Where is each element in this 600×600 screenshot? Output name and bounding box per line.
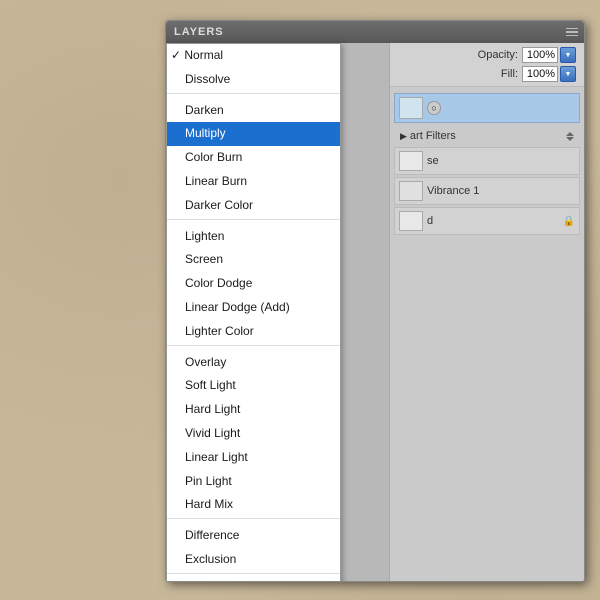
smart-filters-row: ▶ art Filters (394, 125, 580, 147)
panel-header: LAYERS (166, 21, 584, 43)
layer-thumbnail (399, 151, 423, 171)
blend-mode-lineardodge[interactable]: Linear Dodge (Add) (167, 296, 340, 320)
layer-thumbnail (399, 181, 423, 201)
layer-item[interactable]: ○ (394, 93, 580, 123)
fill-value[interactable]: 100% (522, 66, 558, 82)
layer-thumbnail (399, 97, 423, 119)
blend-mode-lightercolor[interactable]: Lighter Color (167, 320, 340, 344)
blend-mode-normal[interactable]: ✓ Normal (167, 44, 340, 68)
opacity-label: Opacity: (478, 49, 518, 61)
blend-mode-linearburn[interactable]: Linear Burn (167, 170, 340, 194)
blend-mode-hardmix[interactable]: Hard Mix (167, 493, 340, 517)
blend-mode-dissolve[interactable]: Dissolve (167, 68, 340, 92)
right-panel: Opacity: 100% ▼ Fill: 100% ▼ ○ (389, 43, 584, 582)
layer-visibility-icon[interactable]: ○ (427, 101, 441, 115)
layers-panel: LAYERS Opacity: 100% ▼ Fill: 100% ▼ (165, 20, 585, 582)
blend-mode-vividlight[interactable]: Vivid Light (167, 422, 340, 446)
opacity-fill-controls: Opacity: 100% ▼ Fill: 100% ▼ (390, 43, 584, 87)
smart-filters-label: art Filters (410, 130, 456, 142)
dropdown-separator (167, 93, 340, 98)
layer-name: d (427, 215, 433, 227)
panel-menu-button[interactable] (566, 28, 578, 37)
fill-control: 100% ▼ (522, 66, 576, 82)
blend-mode-difference[interactable]: Difference (167, 524, 340, 548)
blend-mode-colordodge[interactable]: Color Dodge (167, 272, 340, 296)
blend-mode-softlight[interactable]: Soft Light (167, 374, 340, 398)
blend-mode-screen[interactable]: Screen (167, 248, 340, 272)
blend-mode-lighten[interactable]: Lighten (167, 225, 340, 249)
blend-mode-overlay[interactable]: Overlay (167, 351, 340, 375)
blend-mode-hardlight[interactable]: Hard Light (167, 398, 340, 422)
lock-icon: 🔒 (563, 216, 575, 227)
dropdown-separator (167, 518, 340, 523)
blend-mode-linearlight[interactable]: Linear Light (167, 446, 340, 470)
blend-mode-multiply[interactable]: Multiply (167, 122, 340, 146)
dropdown-separator (167, 219, 340, 224)
dropdown-separator (167, 345, 340, 350)
blend-mode-hue[interactable]: Hue (167, 579, 340, 582)
fill-row: Fill: 100% ▼ (398, 66, 576, 82)
blend-mode-darken[interactable]: Darken (167, 99, 340, 123)
blend-mode-colorburn[interactable]: Color Burn (167, 146, 340, 170)
opacity-value[interactable]: 100% (522, 47, 558, 63)
blend-mode-darkercolor[interactable]: Darker Color (167, 194, 340, 218)
layer-thumbnail (399, 211, 423, 231)
opacity-dropdown-button[interactable]: ▼ (560, 47, 576, 63)
blend-mode-dropdown[interactable]: ✓ NormalDissolve DarkenMultiplyColor Burn… (166, 43, 341, 582)
layer-name: se (427, 155, 439, 167)
opacity-control: 100% ▼ (522, 47, 576, 63)
sort-arrows (566, 132, 574, 141)
blend-mode-pinlight[interactable]: Pin Light (167, 470, 340, 494)
layer-item[interactable]: Vibrance 1 (394, 177, 580, 205)
blend-mode-exclusion[interactable]: Exclusion (167, 548, 340, 572)
opacity-row: Opacity: 100% ▼ (398, 47, 576, 63)
fill-dropdown-button[interactable]: ▼ (560, 66, 576, 82)
dropdown-separator (167, 573, 340, 578)
layer-item[interactable]: d 🔒 (394, 207, 580, 235)
fill-label: Fill: (501, 68, 518, 80)
layer-item[interactable]: se (394, 147, 580, 175)
layers-list: ○ ▶ art Filters se Vibrance 1 (390, 87, 584, 243)
panel-title: LAYERS (174, 26, 224, 38)
layer-name: Vibrance 1 (427, 185, 479, 197)
